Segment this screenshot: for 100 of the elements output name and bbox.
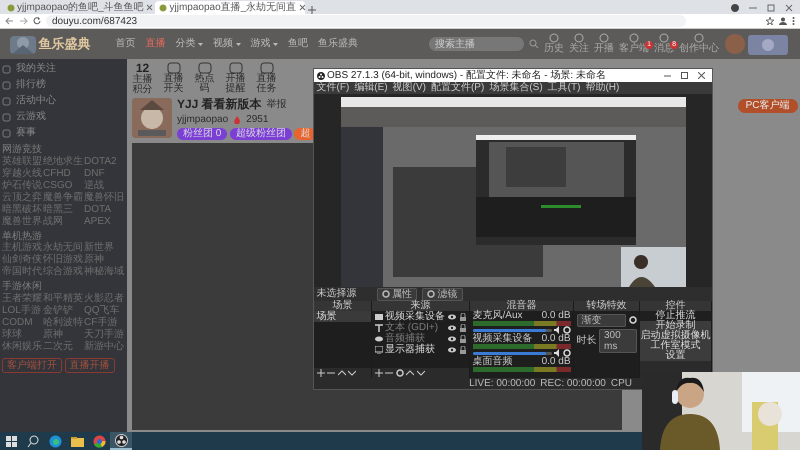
category-link[interactable]: 新游中心 xyxy=(84,340,125,352)
category-link[interactable]: 战网 xyxy=(43,216,84,228)
nav-link[interactable]: 分类 xyxy=(176,38,196,50)
category-link[interactable]: 和平精英 xyxy=(43,292,84,304)
header-link[interactable]: 创作中心 xyxy=(679,43,719,55)
source-action-button[interactable]: 滤镜 xyxy=(422,288,462,300)
live-status: LIVE: 00:00:00 xyxy=(469,378,536,390)
report-link[interactable]: 举报 xyxy=(266,98,287,110)
category-link[interactable]: CODM xyxy=(2,316,43,328)
nav-link[interactable]: 首页 xyxy=(116,38,136,50)
category-link[interactable]: 永劫无间 xyxy=(43,242,84,254)
toolbar-label[interactable]: 热点码 xyxy=(194,74,215,94)
menu-item[interactable]: 配置文件(P) xyxy=(430,82,484,94)
control-button[interactable]: 停止推流 xyxy=(640,311,711,321)
category-link[interactable]: DNF xyxy=(84,168,125,180)
category-link[interactable]: 暗黑三 xyxy=(43,204,84,216)
category-link[interactable]: 魔兽争霸 xyxy=(43,192,84,204)
category-link[interactable]: CSGO xyxy=(43,180,84,192)
nav-link[interactable]: 鱼乐盛典 xyxy=(318,38,358,50)
nav-link[interactable]: 游戏 xyxy=(250,38,270,50)
sidebar-button[interactable]: 客户端打开 xyxy=(2,358,62,373)
sidebar-button[interactable]: 直播开播 xyxy=(64,358,114,373)
header-link[interactable]: 关注 xyxy=(569,43,589,55)
pc-client-button[interactable]: PC客户端 xyxy=(738,99,798,112)
category-link[interactable]: 原神 xyxy=(43,328,84,340)
category-link[interactable]: 神秘海域 xyxy=(84,266,125,278)
sidebar-link[interactable]: 排行榜 xyxy=(16,79,46,91)
control-button[interactable]: 开始录制 xyxy=(640,321,711,331)
category-link[interactable]: APEX xyxy=(84,216,125,228)
address-field[interactable]: douyu.com/687423 xyxy=(46,15,686,27)
browser-tab[interactable]: yjjmpaopao的鱼吧_斗鱼鱼吧 xyxy=(2,1,152,14)
category-link[interactable]: CFHD xyxy=(43,168,84,180)
category-link[interactable]: 炉石传说 xyxy=(2,180,43,192)
toolbar-label[interactable]: 直播任务 xyxy=(256,74,277,94)
control-button[interactable]: 工作室模式 xyxy=(640,341,711,351)
window-title: OBS 27.1.3 (64-bit, windows) - 配置文件: 未命名 - 场景: 未命名 xyxy=(327,70,606,82)
sidebar-link[interactable]: 云游戏 xyxy=(16,111,46,123)
menu-item[interactable]: 帮助(H) xyxy=(585,82,620,94)
source-item[interactable]: 显示器捕获 xyxy=(385,344,446,355)
category-link[interactable]: 穿越火线 xyxy=(2,168,43,180)
header-link[interactable]: 历史 xyxy=(544,43,564,55)
category-link[interactable]: 魔兽世界 xyxy=(2,216,43,228)
category-link[interactable]: 二次元 xyxy=(43,340,84,352)
search-field[interactable]: 搜索主播 xyxy=(429,37,524,51)
volume-reading: 0.0 dB xyxy=(542,311,570,321)
category-link[interactable]: 金铲铲 xyxy=(43,304,84,316)
menu-item[interactable]: 场景集合(S) xyxy=(489,82,543,94)
category-link[interactable]: 逆战 xyxy=(84,180,125,192)
category-link[interactable]: 暗黑破坏 xyxy=(2,204,43,216)
tag[interactable]: 超级粉丝团 xyxy=(230,128,292,140)
category-link[interactable]: QQ飞车 xyxy=(84,304,125,316)
toolbar-label[interactable]: 直播开关 xyxy=(163,74,184,94)
category-link[interactable]: 帝国时代 xyxy=(2,266,43,278)
category-link[interactable]: 天刀手游 xyxy=(84,328,125,340)
duration-field[interactable]: 300 ms xyxy=(599,329,636,353)
cpu-status: CPU xyxy=(610,378,632,390)
streamer-name[interactable]: yjjmpaopao xyxy=(177,114,228,126)
scene-item[interactable]: 场景 xyxy=(314,311,371,322)
category-link[interactable]: 火影忍者 xyxy=(84,292,125,304)
source-item[interactable]: 文本 (GDI+) xyxy=(385,322,446,333)
nav-link[interactable]: 鱼吧 xyxy=(288,38,308,50)
menu-item[interactable]: 文件(F) xyxy=(316,82,350,94)
category-link[interactable]: DOTA xyxy=(84,204,125,216)
menu-item[interactable]: 工具(T) xyxy=(548,82,580,94)
menu-item[interactable]: 编辑(E) xyxy=(354,82,388,94)
category-link[interactable]: 怀旧游戏 xyxy=(43,254,84,266)
sidebar-link[interactable]: 赛事 xyxy=(16,127,36,139)
category-link[interactable]: 主机游戏 xyxy=(2,242,43,254)
nav-link[interactable]: 直播 xyxy=(146,38,166,50)
nav-link[interactable]: 视频 xyxy=(213,38,233,50)
category-link[interactable]: 英雄联盟 xyxy=(2,156,43,168)
menu-item[interactable]: 视图(V) xyxy=(392,82,426,94)
category-link[interactable]: DOTA2 xyxy=(84,156,125,168)
browser-tab[interactable]: yjjmpaopao直播_永劫无间直 xyxy=(155,1,305,14)
source-item[interactable]: 视频采集设备 xyxy=(385,311,446,322)
category-link[interactable]: 哈利波特 xyxy=(43,316,84,328)
category-link[interactable]: LOL手游 xyxy=(2,304,43,316)
transition-select[interactable]: 渐变 xyxy=(576,314,626,326)
category-link[interactable]: 魔兽怀旧 xyxy=(84,192,125,204)
category-link[interactable]: 王者荣耀 xyxy=(2,292,43,304)
category-link[interactable]: 新世界 xyxy=(84,242,125,254)
header-link[interactable]: 开播 xyxy=(594,43,614,55)
source-action-button[interactable]: 属性 xyxy=(376,288,417,300)
category-link[interactable]: 原神 xyxy=(84,254,125,266)
category-link[interactable]: 球球 xyxy=(2,328,43,340)
category-link[interactable]: 休闲娱乐 xyxy=(2,340,43,352)
sidebar-link[interactable]: 我的关注 xyxy=(16,63,56,75)
selected-source-label: 未选择源 xyxy=(316,288,356,300)
category-link[interactable]: 综合游戏 xyxy=(43,266,84,278)
category-link[interactable]: 云顶之弈 xyxy=(2,192,43,204)
category-link[interactable]: 绝地求生 xyxy=(43,156,84,168)
sidebar-link[interactable]: 活动中心 xyxy=(16,95,56,107)
category-link[interactable]: CF手游 xyxy=(84,316,125,328)
volume-reading: 0.0 dB xyxy=(542,334,570,344)
toolbar-label[interactable]: 开播提醒 xyxy=(225,74,246,94)
control-button[interactable]: 启动虚拟摄像机 xyxy=(640,331,711,341)
category-link[interactable]: 仙剑奇侠 xyxy=(2,254,43,266)
control-button[interactable]: 设置 xyxy=(640,351,711,361)
tag[interactable]: 粉丝团 0 xyxy=(177,128,228,140)
source-item[interactable]: 音频捕获 xyxy=(385,333,446,344)
